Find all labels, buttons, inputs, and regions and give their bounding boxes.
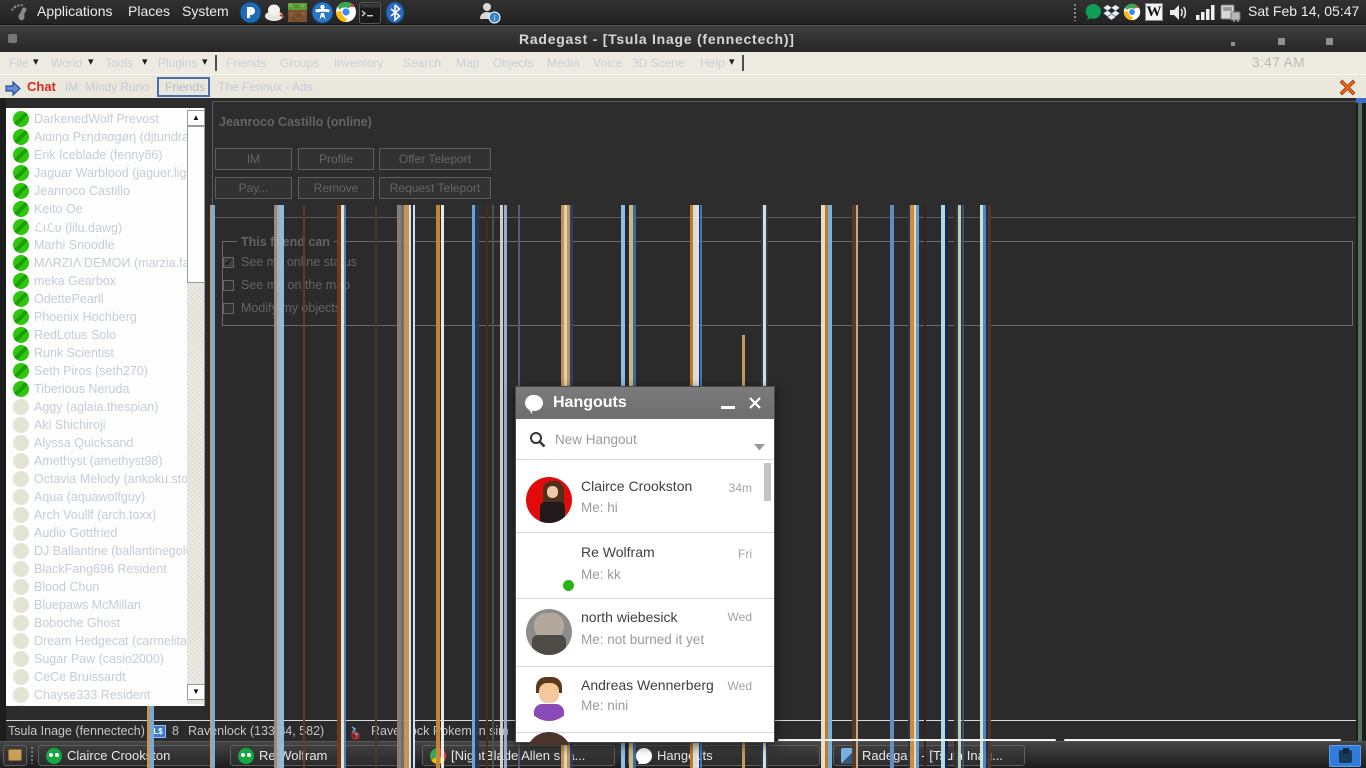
svg-text:i: i [493, 14, 495, 23]
